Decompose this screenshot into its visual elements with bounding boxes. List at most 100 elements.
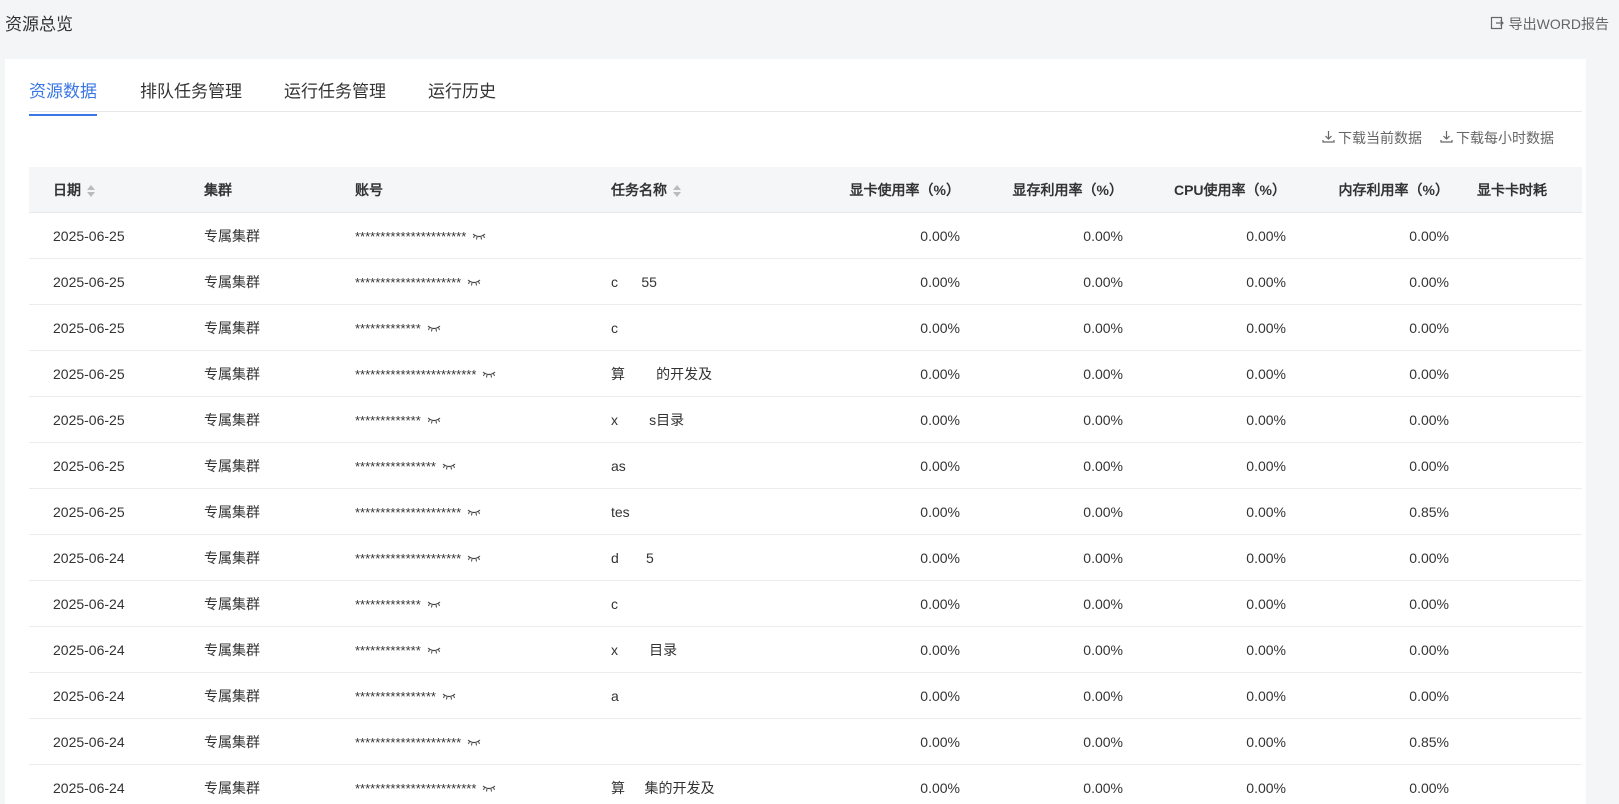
cell-mem-usage: 0.00%: [1286, 397, 1449, 443]
cell-gpu-time: [1449, 765, 1582, 804]
tab-running-tasks[interactable]: 运行任务管理: [284, 77, 386, 114]
cell-date: 2025-06-24: [29, 535, 204, 581]
table-row[interactable]: 2025-06-24专属集群*************c0.00%0.00%0.…: [29, 581, 1582, 627]
cell-cluster: 专属集群: [204, 213, 355, 259]
eye-closed-icon[interactable]: [482, 784, 496, 793]
cell-vram-usage: 0.00%: [960, 259, 1123, 305]
table-row[interactable]: 2025-06-25专属集群*************x s目录0.00%0.0…: [29, 397, 1582, 443]
cell-task-name: x 目录: [611, 627, 773, 673]
tab-queue-tasks[interactable]: 排队任务管理: [140, 77, 242, 114]
cell-cluster: 专属集群: [204, 535, 355, 581]
header-account: 账号: [355, 167, 611, 213]
cell-cluster: 专属集群: [204, 305, 355, 351]
tab-run-history[interactable]: 运行历史: [428, 77, 496, 114]
cell-vram-usage: 0.00%: [960, 305, 1123, 351]
masked-account: *************: [355, 643, 421, 658]
cell-gpu-usage: 0.00%: [773, 397, 960, 443]
cell-cpu-usage: 0.00%: [1123, 489, 1286, 535]
page-title: 资源总览: [5, 10, 73, 35]
cell-vram-usage: 0.00%: [960, 351, 1123, 397]
cell-mem-usage: 0.85%: [1286, 719, 1449, 765]
cell-gpu-usage: 0.00%: [773, 443, 960, 489]
table-row[interactable]: 2025-06-25专属集群*************c0.00%0.00%0.…: [29, 305, 1582, 351]
cell-date: 2025-06-25: [29, 259, 204, 305]
table-row[interactable]: 2025-06-25专属集群**********************0.00…: [29, 213, 1582, 259]
cell-account: *************: [355, 397, 611, 443]
cell-mem-usage: 0.00%: [1286, 259, 1449, 305]
header-gpu-usage: 显卡使用率（%）: [773, 167, 960, 213]
cell-account: ****************: [355, 673, 611, 719]
header-vram-usage: 显存利用率（%）: [960, 167, 1123, 213]
tab-resource-data[interactable]: 资源数据: [29, 77, 97, 116]
cell-account: *************: [355, 305, 611, 351]
table-row[interactable]: 2025-06-24专属集群*************x 目录0.00%0.00…: [29, 627, 1582, 673]
cell-cpu-usage: 0.00%: [1123, 719, 1286, 765]
eye-closed-icon[interactable]: [427, 324, 441, 333]
header-cpu-usage: CPU使用率（%）: [1123, 167, 1286, 213]
cell-date: 2025-06-24: [29, 673, 204, 719]
cell-gpu-time: [1449, 581, 1582, 627]
sort-icon[interactable]: [87, 184, 95, 198]
cell-cpu-usage: 0.00%: [1123, 351, 1286, 397]
cell-vram-usage: 0.00%: [960, 719, 1123, 765]
masked-account: ************************: [355, 781, 476, 796]
cell-cpu-usage: 0.00%: [1123, 535, 1286, 581]
download-icon: [1322, 130, 1335, 146]
sort-icon[interactable]: [673, 184, 681, 198]
cell-gpu-time: [1449, 627, 1582, 673]
resource-table-container[interactable]: 日期 集群 账号 任务名称 显卡使用率（%） 显存利用率（%） CPU使用率（%…: [29, 167, 1582, 804]
download-current-button[interactable]: 下载当前数据: [1322, 128, 1422, 148]
eye-closed-icon[interactable]: [467, 278, 481, 287]
cell-vram-usage: 0.00%: [960, 213, 1123, 259]
table-row[interactable]: 2025-06-25专属集群************************算 …: [29, 351, 1582, 397]
cell-task-name: d 5: [611, 535, 773, 581]
cell-account: *************: [355, 627, 611, 673]
eye-closed-icon[interactable]: [482, 370, 496, 379]
eye-closed-icon[interactable]: [472, 232, 486, 241]
header-gpu-time: 显卡卡时耗: [1449, 167, 1582, 213]
cell-gpu-usage: 0.00%: [773, 765, 960, 804]
eye-closed-icon[interactable]: [467, 554, 481, 563]
cell-cpu-usage: 0.00%: [1123, 765, 1286, 804]
cell-cluster: 专属集群: [204, 259, 355, 305]
masked-account: *********************: [355, 505, 461, 520]
cell-cluster: 专属集群: [204, 351, 355, 397]
cell-gpu-time: [1449, 673, 1582, 719]
table-row[interactable]: 2025-06-24专属集群*********************d 50.…: [29, 535, 1582, 581]
download-hourly-button[interactable]: 下载每小时数据: [1440, 128, 1554, 148]
cell-gpu-time: [1449, 719, 1582, 765]
eye-closed-icon[interactable]: [442, 692, 456, 701]
cell-vram-usage: 0.00%: [960, 765, 1123, 804]
header-date[interactable]: 日期: [29, 167, 204, 213]
export-word-button[interactable]: 导出WORD报告: [1490, 14, 1609, 34]
cell-cluster: 专属集群: [204, 397, 355, 443]
cell-task-name: x s目录: [611, 397, 773, 443]
table-row[interactable]: 2025-06-25专属集群*********************c 550…: [29, 259, 1582, 305]
cell-gpu-usage: 0.00%: [773, 489, 960, 535]
cell-cpu-usage: 0.00%: [1123, 305, 1286, 351]
cell-gpu-usage: 0.00%: [773, 259, 960, 305]
table-row[interactable]: 2025-06-24专属集群*********************0.00%…: [29, 719, 1582, 765]
cell-cluster: 专属集群: [204, 765, 355, 804]
eye-closed-icon[interactable]: [427, 416, 441, 425]
cell-account: ****************: [355, 443, 611, 489]
cell-account: ************************: [355, 765, 611, 804]
eye-closed-icon[interactable]: [427, 600, 441, 609]
eye-closed-icon[interactable]: [467, 508, 481, 517]
eye-closed-icon[interactable]: [427, 646, 441, 655]
header-task-name[interactable]: 任务名称: [611, 167, 773, 213]
cell-date: 2025-06-24: [29, 627, 204, 673]
cell-vram-usage: 0.00%: [960, 535, 1123, 581]
masked-account: ****************: [355, 689, 436, 704]
cell-date: 2025-06-24: [29, 581, 204, 627]
table-row[interactable]: 2025-06-24专属集群************************算 …: [29, 765, 1582, 804]
cell-cluster: 专属集群: [204, 581, 355, 627]
cell-task-name: c: [611, 581, 773, 627]
cell-gpu-time: [1449, 305, 1582, 351]
table-row[interactable]: 2025-06-25专属集群*********************tes0.…: [29, 489, 1582, 535]
eye-closed-icon[interactable]: [467, 738, 481, 747]
eye-closed-icon[interactable]: [442, 462, 456, 471]
table-row[interactable]: 2025-06-25专属集群****************as0.00%0.0…: [29, 443, 1582, 489]
table-row[interactable]: 2025-06-24专属集群****************a0.00%0.00…: [29, 673, 1582, 719]
header-cluster: 集群: [204, 167, 355, 213]
